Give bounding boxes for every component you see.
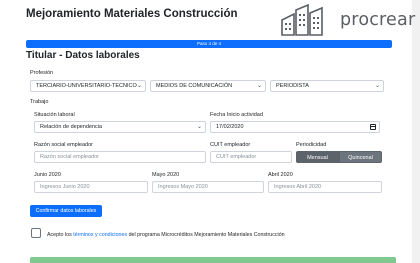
profesion-ocupacion-value: PERIODISTA [276, 83, 309, 89]
fecha-inicio-input[interactable]: 17/02/2020 [210, 121, 380, 133]
ingresos-mayo-input[interactable]: Ingresos Mayo 2020 [152, 181, 264, 193]
progress-label: Paso 4 de 4 [196, 41, 222, 46]
chevron-down-icon: ⌄ [196, 124, 202, 130]
mayo-label: Mayo 2020 [152, 172, 180, 178]
header: Mejoramiento Materiales Construcción pro… [26, 0, 415, 40]
situacion-laboral-value: Relación de dependencia [40, 124, 103, 130]
building-logo-icon [281, 4, 323, 36]
profesion-label: Profesión [30, 70, 54, 76]
section-title: Titular - Datos laborales [26, 50, 140, 61]
razon-social-input[interactable]: Razón social empleador [34, 151, 206, 163]
progress-bar: Paso 4 de 4 [26, 40, 392, 48]
abril-label: Abril 2020 [268, 172, 293, 178]
cuit-placeholder: CUIT empleador [216, 154, 257, 160]
profesion-ocupacion-select[interactable]: PERIODISTA ⌄ [270, 80, 384, 92]
terms-suffix: del programa Microcréditos Mejoramiento … [127, 232, 285, 238]
procrear-logo: procrear [278, 4, 415, 36]
profesion-nivel-value: TERCIARIO-UNIVERSITARIO-TECNICO [36, 83, 137, 89]
terms-prefix: Acepto los [47, 232, 74, 238]
ingresos-junio-input[interactable]: Ingresos Junio 2020 [34, 181, 148, 193]
profesion-nivel-select[interactable]: TERCIARIO-UNIVERSITARIO-TECNICO ⌄ [30, 80, 146, 92]
periodicidad-quincenal-button[interactable]: Quincenal [339, 151, 382, 163]
fecha-inicio-value: 17/02/2020 [216, 124, 244, 130]
chevron-down-icon: ⌄ [374, 83, 380, 89]
page: Mejoramiento Materiales Construcción pro… [26, 0, 415, 263]
calendar-icon[interactable] [370, 124, 376, 130]
chevron-down-icon: ⌄ [136, 83, 142, 89]
cuit-input[interactable]: CUIT empleador [210, 151, 292, 163]
submit-button[interactable] [30, 257, 396, 263]
confirmar-datos-laborales-button[interactable]: Confirmar datos laborales [30, 205, 102, 217]
ingresos-mayo-placeholder: Ingresos Mayo 2020 [158, 184, 208, 190]
razon-social-label: Razón social empleador [34, 142, 94, 148]
situacion-laboral-label: Situación laboral [34, 112, 75, 118]
cuit-label: CUIT empleador [210, 142, 251, 148]
terms-text: Acepto los términos y condiciones del pr… [47, 232, 285, 238]
profesion-rubro-value: MEDIOS DE COMUNICACIÓN [156, 83, 233, 89]
page-scrollbar[interactable] [412, 0, 420, 263]
terms-checkbox[interactable] [31, 228, 41, 238]
situacion-laboral-select[interactable]: Relación de dependencia ⌄ [34, 121, 206, 133]
page-title: Mejoramiento Materiales Construcción [26, 8, 238, 20]
fecha-inicio-label: Fecha Inicio actividad [210, 112, 263, 118]
junio-label: Junio 2020 [34, 172, 61, 178]
periodicidad-label: Periodicidad [296, 142, 327, 148]
trabajo-label: Trabajo [30, 99, 49, 105]
profesion-rubro-select[interactable]: MEDIOS DE COMUNICACIÓN ⌄ [150, 80, 266, 92]
chevron-down-icon: ⌄ [256, 83, 262, 89]
periodicidad-mensual-button[interactable]: Mensual [296, 151, 339, 163]
ingresos-abril-placeholder: Ingresos Abril 2020 [274, 184, 322, 190]
terms-link[interactable]: términos y condiciones [73, 232, 127, 238]
logo-text: procrear [340, 10, 416, 30]
razon-social-placeholder: Razón social empleador [40, 154, 100, 160]
ingresos-abril-input[interactable]: Ingresos Abril 2020 [268, 181, 382, 193]
ingresos-junio-placeholder: Ingresos Junio 2020 [40, 184, 90, 190]
